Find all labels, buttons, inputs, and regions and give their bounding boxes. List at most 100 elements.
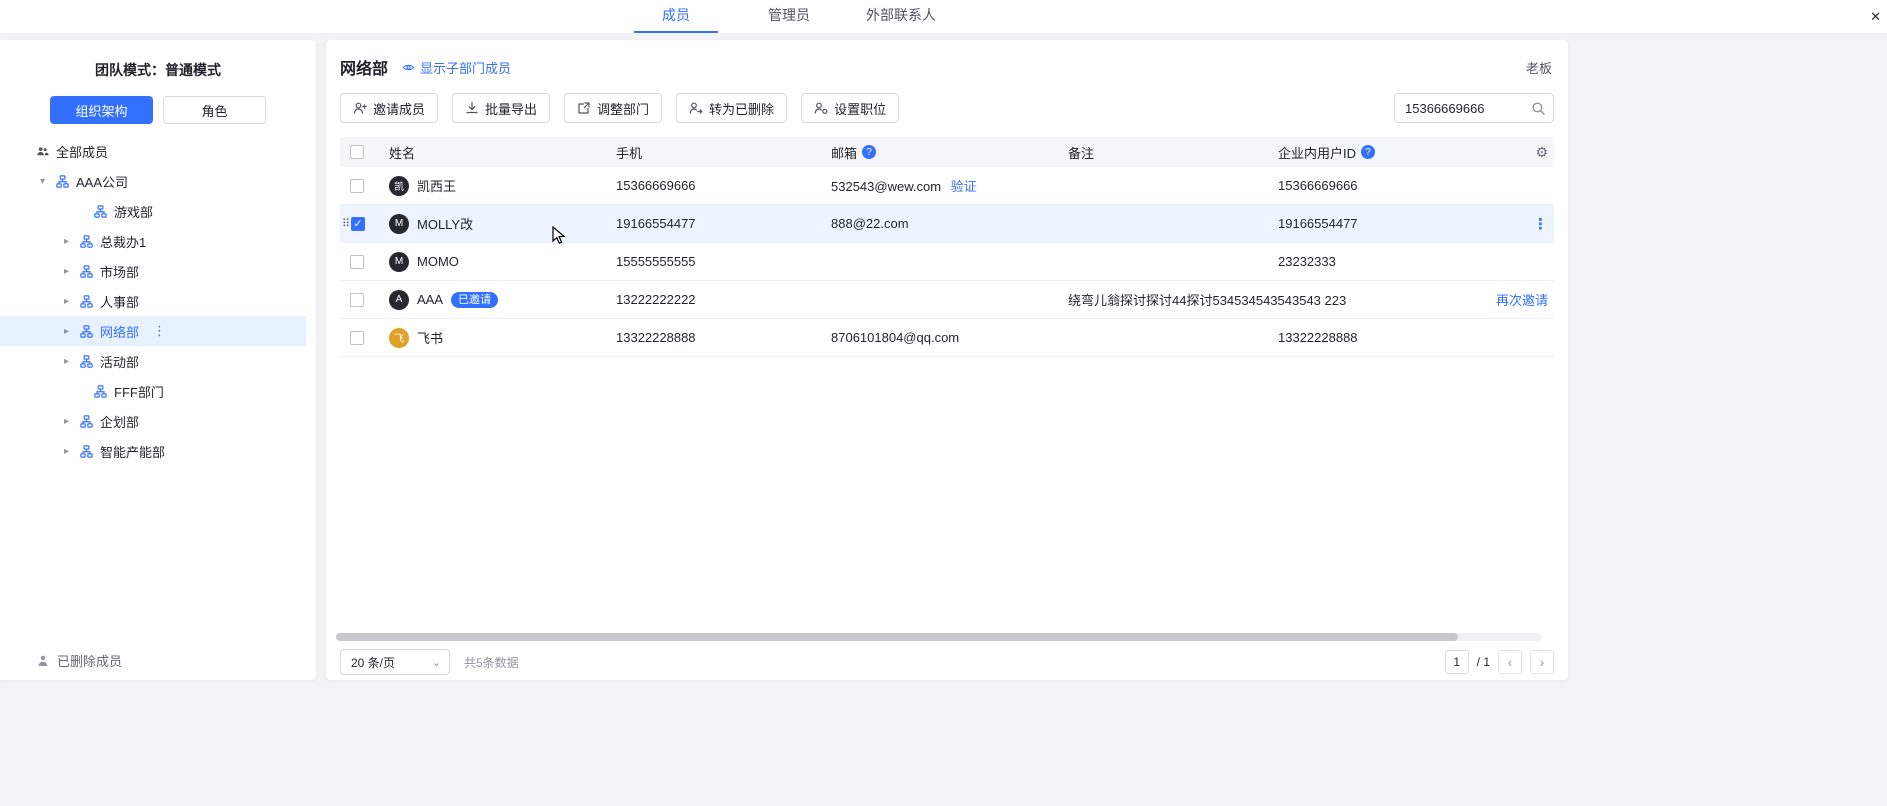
row-checkbox[interactable]: ✓ <box>351 217 365 231</box>
tab-members[interactable]: 成员 <box>634 0 718 33</box>
tree-item-activity-dept[interactable]: ▸ 活动部 <box>0 346 316 376</box>
members-table: 姓名 手机 邮箱 ? 备注 企业内用户ID ? ⚙ 凯 凯西王 <box>340 137 1554 357</box>
table-row[interactable]: ⠿ ✓ M MOLLY改 19166554477 888@22.com 1916… <box>340 205 1554 243</box>
caret-right-icon[interactable]: ▸ <box>64 236 80 247</box>
row-checkbox[interactable] <box>350 255 364 269</box>
caret-right-icon[interactable]: ▸ <box>64 356 80 367</box>
caret-right-icon[interactable]: ▸ <box>64 446 80 457</box>
tree-item-label: 活动部 <box>100 352 139 371</box>
member-phone: 13322228888 <box>616 330 831 345</box>
org-tree: 全部成员 ▾ AAA公司 游戏部 ▸ <box>0 136 316 466</box>
column-header-remark: 备注 <box>1068 143 1278 162</box>
tree-item-aaa-company[interactable]: ▾ AAA公司 <box>0 166 316 196</box>
roles-button[interactable]: 角色 <box>163 96 266 124</box>
member-name: 凯西王 <box>417 176 456 195</box>
person-icon <box>36 654 50 668</box>
row-checkbox[interactable] <box>350 331 364 345</box>
member-phone: 13222222222 <box>616 292 831 307</box>
department-icon <box>56 175 69 188</box>
help-icon[interactable]: ? <box>1361 145 1375 159</box>
tree-item-smart-capacity-dept[interactable]: ▸ 智能产能部 <box>0 436 316 466</box>
tree-item-label: 网络部 <box>100 322 139 341</box>
member-phone: 19166554477 <box>616 216 831 231</box>
pagination-bar: 20 条/页 ⌄ 共5条数据 1 / 1 ‹ › <box>340 648 1554 676</box>
tree-item-hr-dept[interactable]: ▸ 人事部 <box>0 286 316 316</box>
set-position-button[interactable]: 设置职位 <box>801 93 899 123</box>
select-all-checkbox[interactable] <box>350 145 364 159</box>
search-icon[interactable] <box>1531 101 1546 116</box>
show-subdept-members-toggle[interactable]: 显示子部门成员 <box>402 58 511 77</box>
table-row[interactable]: A AAA 已邀请 13222222222 绕弯儿翁探讨探讨44探讨534534… <box>340 281 1554 319</box>
horizontal-scrollbar <box>336 633 1542 641</box>
caret-right-icon[interactable]: ▸ <box>64 416 80 427</box>
page-size-select[interactable]: 20 条/页 ⌄ <box>340 649 450 675</box>
people-icon <box>36 145 49 158</box>
member-user-id: 15366669666 <box>1278 178 1488 193</box>
eye-icon <box>402 61 415 74</box>
invite-member-button[interactable]: 邀请成员 <box>340 93 438 123</box>
tree-item-label: 总裁办1 <box>100 232 146 251</box>
tree-item-all-members[interactable]: 全部成员 <box>0 136 316 166</box>
move-out-icon <box>577 101 591 115</box>
tree-item-game-dept[interactable]: 游戏部 <box>0 196 316 226</box>
reinvite-link[interactable]: 再次邀请 <box>1496 290 1548 309</box>
search-box <box>1394 93 1554 123</box>
caret-right-icon[interactable]: ▸ <box>64 326 80 337</box>
avatar: M <box>389 214 409 234</box>
tree-item-label: FFF部门 <box>114 382 164 401</box>
department-icon <box>80 415 93 428</box>
avatar: 飞 <box>389 328 409 348</box>
table-row[interactable]: 凯 凯西王 15366669666 532543@wew.com 验证 1536… <box>340 167 1554 205</box>
column-settings-gear-icon[interactable]: ⚙ <box>1535 144 1548 161</box>
verify-link[interactable]: 验证 <box>951 179 977 194</box>
department-icon <box>94 385 107 398</box>
avatar: M <box>389 252 409 272</box>
table-row[interactable]: 飞 飞书 13322228888 8706101804@qq.com 13322… <box>340 319 1554 357</box>
batch-export-button[interactable]: 批量导出 <box>452 93 550 123</box>
caret-right-icon[interactable]: ▸ <box>64 296 80 307</box>
tree-item-network-dept[interactable]: ▸ 网络部 ⋮ <box>0 316 306 346</box>
search-input[interactable] <box>1395 94 1553 122</box>
tree-item-market-dept[interactable]: ▸ 市场部 <box>0 256 316 286</box>
caret-down-icon[interactable]: ▾ <box>40 176 56 187</box>
member-name: AAA <box>417 292 443 307</box>
table-row[interactable]: M MOMO 15555555555 23232333 <box>340 243 1554 281</box>
tree-item-planning-dept[interactable]: ▸ 企划部 <box>0 406 316 436</box>
main-panel: 网络部 显示子部门成员 老板 邀请成员 批量导出 调整部门 转为已删除 <box>326 40 1568 680</box>
row-checkbox[interactable] <box>350 293 364 307</box>
page-number-input[interactable]: 1 <box>1445 650 1469 674</box>
person-badge-icon <box>814 101 828 115</box>
total-pages-label: / 1 <box>1477 655 1490 669</box>
more-vertical-icon[interactable]: ⋮ <box>153 323 166 339</box>
drag-handle-icon[interactable]: ⠿ <box>342 217 349 230</box>
app-window: 成员 管理员 外部联系人 ✕ 团队模式：普通模式 组织架构 角色 全部成员 ▾ … <box>0 0 1887 806</box>
deleted-members-link[interactable]: 已删除成员 <box>36 651 122 670</box>
tree-item-fff-dept[interactable]: FFF部门 <box>0 376 316 406</box>
avatar: A <box>389 290 409 310</box>
next-page-button[interactable]: › <box>1530 650 1554 674</box>
caret-right-icon[interactable]: ▸ <box>64 266 80 277</box>
adjust-department-button[interactable]: 调整部门 <box>564 93 662 123</box>
close-icon[interactable]: ✕ <box>1870 0 1881 33</box>
department-icon <box>80 355 93 368</box>
department-icon <box>80 265 93 278</box>
prev-page-button[interactable]: ‹ <box>1498 650 1522 674</box>
org-structure-button[interactable]: 组织架构 <box>50 96 153 124</box>
department-icon <box>80 235 93 248</box>
row-more-icon[interactable]: ⋮ <box>1533 215 1548 233</box>
tab-admins[interactable]: 管理员 <box>747 0 831 33</box>
horizontal-scrollbar-thumb[interactable] <box>336 633 1458 641</box>
tree-item-ceo-office[interactable]: ▸ 总裁办1 <box>0 226 316 256</box>
move-to-deleted-button[interactable]: 转为已删除 <box>676 93 787 123</box>
member-remark: 绕弯儿翁探讨探讨44探讨534534543543543 223 <box>1068 290 1278 309</box>
member-phone: 15555555555 <box>616 254 831 269</box>
tree-item-label: 人事部 <box>100 292 139 311</box>
department-icon <box>80 325 93 338</box>
tree-item-label: 企划部 <box>100 412 139 431</box>
tab-external-contacts[interactable]: 外部联系人 <box>847 0 955 33</box>
help-icon[interactable]: ? <box>862 145 876 159</box>
sidebar-segmented-control: 组织架构 角色 <box>50 96 266 124</box>
row-checkbox[interactable] <box>350 179 364 193</box>
total-count-label: 共5条数据 <box>464 654 519 671</box>
member-name: MOLLY改 <box>417 214 473 233</box>
